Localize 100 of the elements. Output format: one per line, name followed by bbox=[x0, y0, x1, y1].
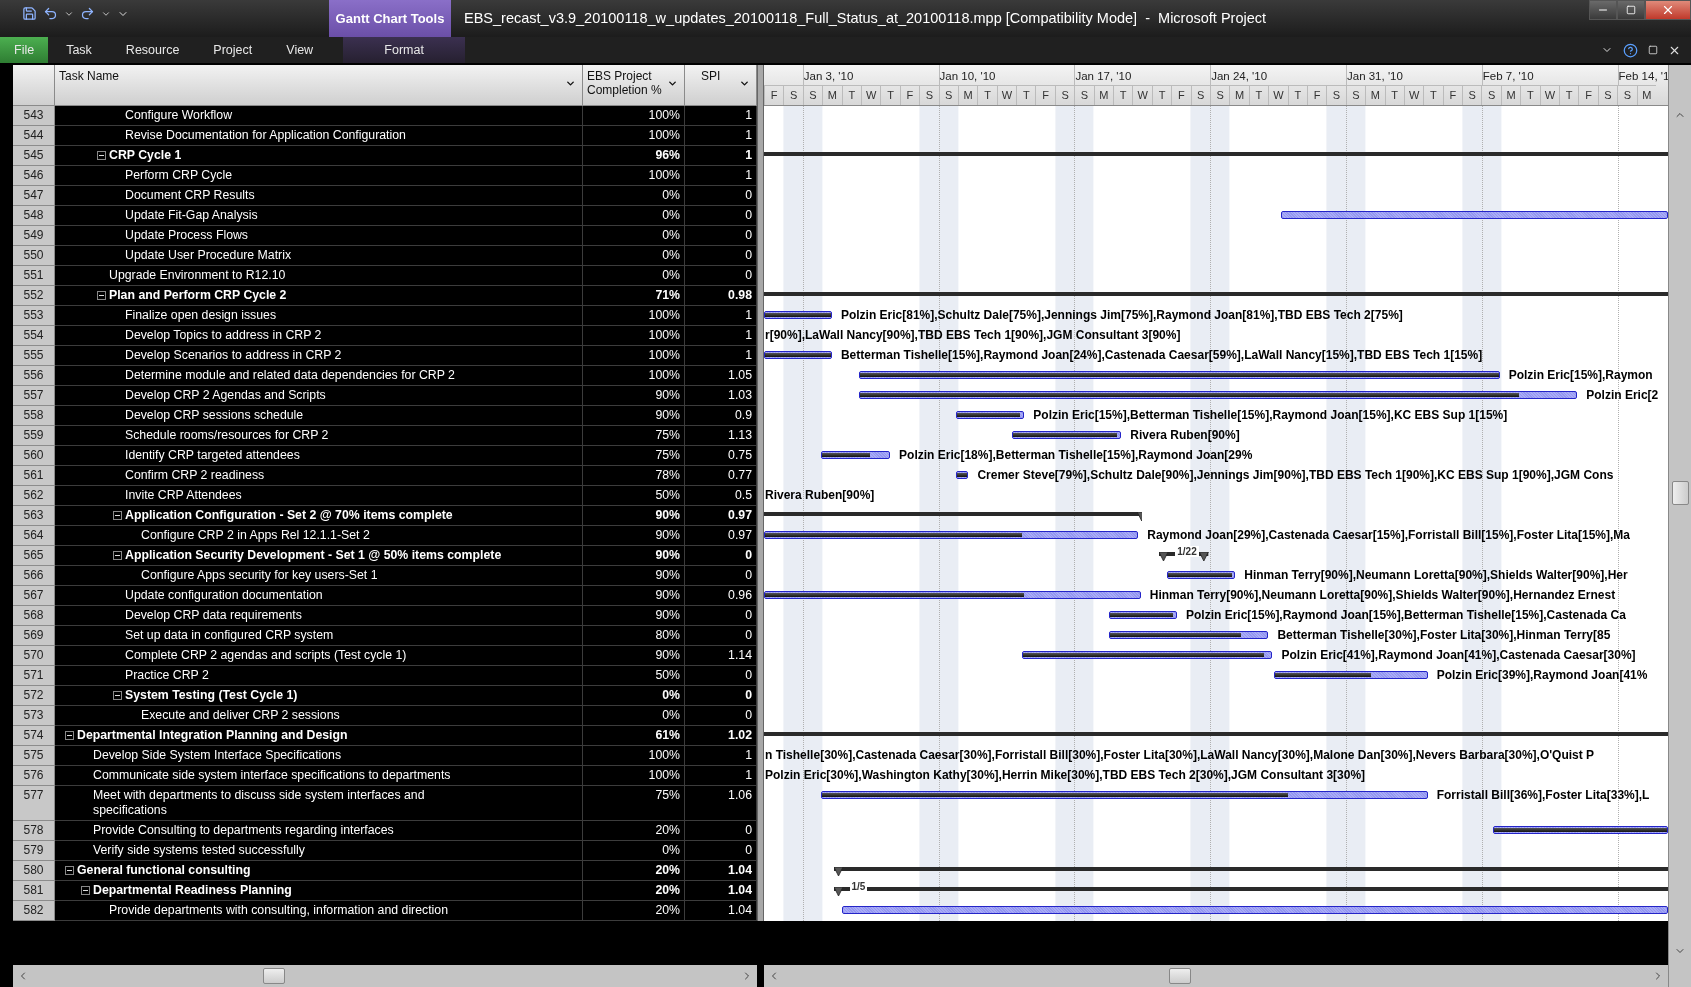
row-number[interactable]: 544 bbox=[13, 126, 55, 146]
row-number[interactable]: 581 bbox=[13, 881, 55, 901]
row-number[interactable]: 564 bbox=[13, 526, 55, 546]
row-number[interactable]: 582 bbox=[13, 901, 55, 921]
task-name: General functional consulting bbox=[77, 863, 251, 878]
task-name: Provide departments with consulting, information and direction bbox=[109, 903, 449, 918]
completion-value: 100% bbox=[583, 306, 685, 326]
task-name: Provide Consulting to departments regarding interfaces bbox=[93, 823, 394, 838]
day-label: T bbox=[1016, 85, 1036, 105]
week-label: Jan 10, '10 bbox=[938, 65, 1075, 85]
day-label: S bbox=[1481, 85, 1501, 105]
resource-label: Forristall Bill[36%],Foster Lita[33%],L bbox=[1436, 788, 1650, 803]
spi-value: 0 bbox=[685, 246, 757, 266]
column-header[interactable]: SPI bbox=[685, 65, 757, 106]
spi-value: 1 bbox=[685, 106, 757, 126]
row-number[interactable]: 543 bbox=[13, 106, 55, 126]
row-number[interactable]: 569 bbox=[13, 626, 55, 646]
completion-value: 20% bbox=[583, 881, 685, 901]
day-label: M bbox=[822, 85, 842, 105]
resource-label: Hinman Terry[90%],Neumann Loretta[90%],Shields Walter[90%],Her bbox=[1244, 568, 1628, 583]
spi-value: 0 bbox=[685, 186, 757, 206]
day-label: S bbox=[1210, 85, 1230, 105]
spi-value: 1 bbox=[685, 306, 757, 326]
row-number[interactable]: 547 bbox=[13, 186, 55, 206]
row-number[interactable]: 568 bbox=[13, 606, 55, 626]
row-number[interactable]: 555 bbox=[13, 346, 55, 366]
completion-value: 90% bbox=[583, 406, 685, 426]
row-number[interactable]: 551 bbox=[13, 266, 55, 286]
week-label: Jan 3, '10 bbox=[802, 65, 939, 85]
row-number[interactable]: 548 bbox=[13, 206, 55, 226]
completion-value: 20% bbox=[583, 821, 685, 841]
column-header[interactable]: Task Name bbox=[55, 65, 583, 106]
spi-value: 1.13 bbox=[685, 426, 757, 446]
completion-value: 75% bbox=[583, 786, 685, 821]
row-number[interactable]: 562 bbox=[13, 486, 55, 506]
day-label: M bbox=[1093, 85, 1114, 105]
day-label: T bbox=[1559, 85, 1579, 105]
spi-value: 0 bbox=[685, 841, 757, 861]
resource-label: Polzin Eric[15%],Betterman Tishelle[15%],Raymond Joan[15%],KC EBS Sup 1[15%] bbox=[1033, 408, 1508, 423]
completion-value: 20% bbox=[583, 861, 685, 881]
ribbon-tab[interactable]: Format bbox=[343, 37, 466, 63]
row-number[interactable]: 563 bbox=[13, 506, 55, 526]
row-number[interactable]: 566 bbox=[13, 566, 55, 586]
task-name: Departmental Readiness Planning bbox=[93, 883, 292, 898]
row-number[interactable]: 574 bbox=[13, 726, 55, 746]
row-number[interactable]: 570 bbox=[13, 646, 55, 666]
row-number[interactable]: 553 bbox=[13, 306, 55, 326]
row-number[interactable]: 576 bbox=[13, 766, 55, 786]
day-label: T bbox=[1384, 85, 1404, 105]
row-number[interactable]: 571 bbox=[13, 666, 55, 686]
row-number[interactable]: 552 bbox=[13, 286, 55, 306]
row-number[interactable]: 554 bbox=[13, 326, 55, 346]
completion-value: 0% bbox=[583, 841, 685, 861]
day-label: T bbox=[1520, 85, 1540, 105]
window-title: EBS_recast_v3.9_20100118_w_updates_20100118_Full_Status_at_20100118.mpp [Compatibility Mode] - Microsoft Project bbox=[463, 9, 1267, 26]
task-name: Application Configuration - Set 2 @ 70% items complete bbox=[125, 508, 453, 523]
day-label: M bbox=[1365, 85, 1385, 105]
row-number[interactable]: 561 bbox=[13, 466, 55, 486]
day-label: S bbox=[802, 85, 823, 105]
resource-label: r[90%],LaWall Nancy[90%],TBD EBS Tech 1[90%],JGM Consultant 3[90%] bbox=[765, 328, 1181, 343]
row-number[interactable]: 557 bbox=[13, 386, 55, 406]
row-number[interactable]: 575 bbox=[13, 746, 55, 766]
column-header[interactable]: EBS Project Completion % bbox=[583, 65, 685, 106]
task-name: Develop Topics to address in CRP 2 bbox=[125, 328, 322, 343]
row-number[interactable]: 572 bbox=[13, 686, 55, 706]
row-number[interactable]: 556 bbox=[13, 366, 55, 386]
task-name: Document CRP Results bbox=[125, 188, 255, 203]
task-name: Schedule rooms/resources for CRP 2 bbox=[125, 428, 329, 443]
day-label: W bbox=[1268, 85, 1288, 105]
row-number[interactable]: 579 bbox=[13, 841, 55, 861]
resource-label: Polzin Eric[18%],Betterman Tishelle[15%],Raymond Joan[29% bbox=[899, 448, 1253, 463]
row-number[interactable]: 560 bbox=[13, 446, 55, 466]
ribbon-tab[interactable]: Resource bbox=[109, 37, 196, 63]
completion-value: 0% bbox=[583, 206, 685, 226]
row-number[interactable]: 559 bbox=[13, 426, 55, 446]
spi-value: 0 bbox=[685, 566, 757, 586]
row-number[interactable]: 550 bbox=[13, 246, 55, 266]
row-number[interactable]: 565 bbox=[13, 546, 55, 566]
completion-value: 78% bbox=[583, 466, 685, 486]
ribbon-tab[interactable]: Task bbox=[50, 37, 108, 63]
spi-value: 0 bbox=[685, 606, 757, 626]
ribbon-tab[interactable]: View bbox=[270, 37, 330, 63]
row-number[interactable]: 573 bbox=[13, 706, 55, 726]
day-label: S bbox=[1462, 85, 1482, 105]
row-number[interactable]: 577 bbox=[13, 786, 55, 821]
ribbon-tab[interactable]: Project bbox=[197, 37, 269, 63]
day-label: W bbox=[1403, 85, 1424, 105]
task-name: Configure Workflow bbox=[125, 108, 233, 123]
row-number[interactable]: 545 bbox=[13, 146, 55, 166]
spi-value: 0 bbox=[685, 706, 757, 726]
day-label: S bbox=[1597, 85, 1618, 105]
row-number[interactable]: 558 bbox=[13, 406, 55, 426]
row-number[interactable]: 580 bbox=[13, 861, 55, 881]
day-label: S bbox=[1074, 85, 1094, 105]
row-number[interactable]: 549 bbox=[13, 226, 55, 246]
row-number[interactable]: 567 bbox=[13, 586, 55, 606]
spi-value: 1.05 bbox=[685, 366, 757, 386]
row-number[interactable]: 546 bbox=[13, 166, 55, 186]
row-number[interactable]: 578 bbox=[13, 821, 55, 841]
day-label: T bbox=[1248, 85, 1269, 105]
